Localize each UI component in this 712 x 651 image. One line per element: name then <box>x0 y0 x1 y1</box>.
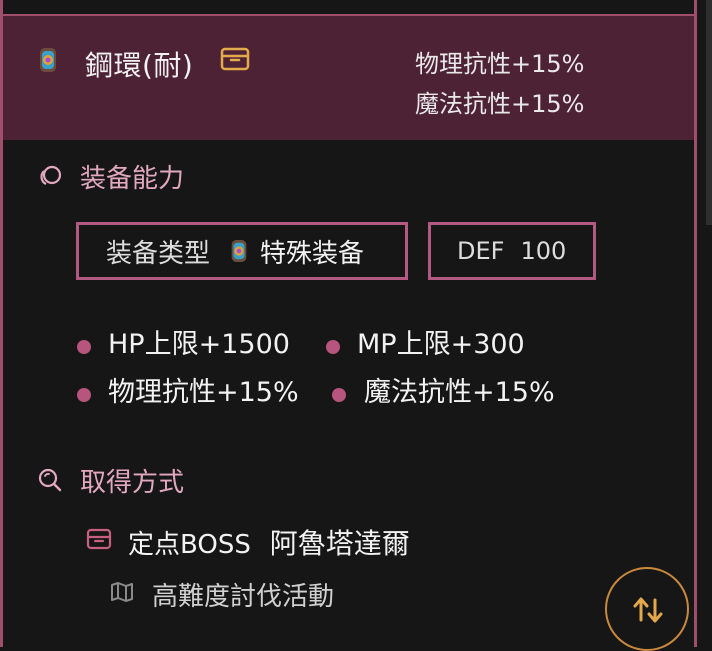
acquire-source[interactable]: 定点BOSS 阿魯塔達爾 <box>128 522 410 562</box>
item-name: 鋼環(耐) <box>85 49 194 82</box>
bullet <box>326 340 340 354</box>
header-stat-physical: 物理抗性+15% <box>415 50 585 78</box>
map-icon <box>111 582 133 602</box>
bullet <box>77 340 91 354</box>
def-label: DEF <box>457 237 505 265</box>
ring-icon <box>40 165 62 185</box>
box-icon <box>86 528 112 550</box>
sort-arrows-icon <box>633 597 663 623</box>
equipment-type-tag: 装备类型 特殊装备 <box>76 222 408 280</box>
stat-magic-resist: 魔法抗性+15% <box>364 377 555 408</box>
bullet <box>77 388 91 402</box>
search-icon <box>38 468 62 492</box>
def-value: 100 <box>520 237 567 265</box>
sort-toggle-button[interactable] <box>605 567 689 651</box>
top-divider <box>3 0 694 16</box>
scrollbar[interactable] <box>706 0 712 225</box>
def-tag: DEF 100 <box>428 222 596 280</box>
source-boss-name: 阿魯塔達爾 <box>269 527 410 560</box>
equipment-type-value: 特殊装备 <box>260 238 365 269</box>
stat-physical-resist: 物理抗性+15% <box>108 377 299 408</box>
source-type: 定点BOSS <box>128 530 251 560</box>
bullet <box>332 388 346 402</box>
stat-mp: MP上限+300 <box>357 329 525 360</box>
item-header: 鋼環(耐) 物理抗性+15% 魔法抗性+15% <box>3 16 694 140</box>
acquire-section-title: 取得方式 <box>80 468 185 498</box>
stat-hp: HP上限+1500 <box>108 329 290 360</box>
ring-gem-icon <box>40 48 56 72</box>
header-stat-magic: 魔法抗性+15% <box>415 90 585 118</box>
ability-section-title: 装备能力 <box>80 164 185 194</box>
box-icon[interactable] <box>220 46 250 72</box>
equipment-type-label: 装备类型 <box>106 238 211 269</box>
ring-gem-icon <box>231 240 247 262</box>
acquire-sub-source: 高難度討伐活動 <box>152 582 335 612</box>
